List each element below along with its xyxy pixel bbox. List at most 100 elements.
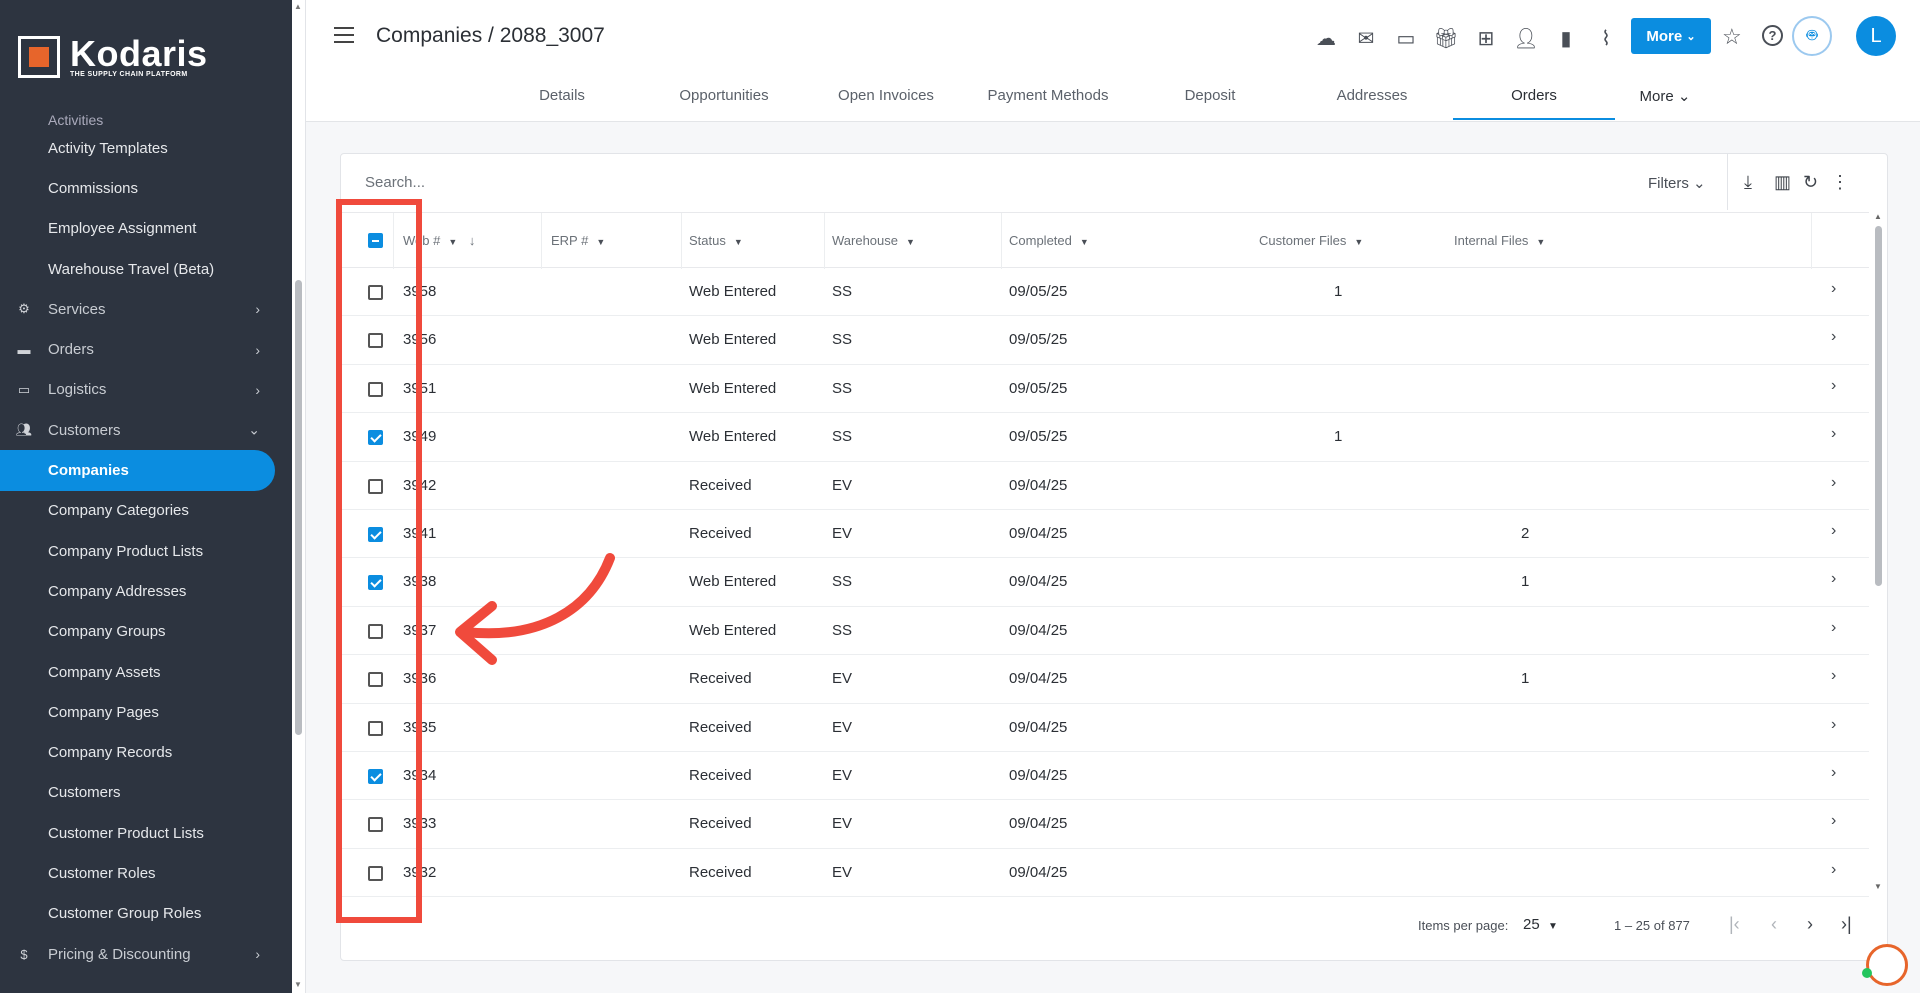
scroll-up-icon[interactable]: ▲ [294,2,302,11]
chevron-right-icon[interactable]: › [1831,280,1836,298]
sidebar-scroll-thumb[interactable] [295,280,302,735]
monitor-add-icon[interactable]: ⊞ [1466,22,1506,54]
search-input[interactable]: Search... [365,174,425,191]
tab-deposit[interactable]: Deposit [1129,78,1291,122]
column-status[interactable]: Status ▼ [689,233,743,248]
help-icon[interactable]: ? [1762,25,1783,46]
table-row[interactable]: 3942 Received EV 09/04/25 › [341,462,1869,510]
sort-desc-icon[interactable]: ↓ [469,233,476,248]
table-scrollbar[interactable]: ▲ ▼ [1873,212,1883,892]
sidebar-item-warehouse-travel-beta[interactable]: Warehouse Travel (Beta) [0,249,282,289]
sidebar-item-customer-product-lists[interactable]: Customer Product Lists [0,813,282,853]
sidebar-item-services[interactable]: ⚙ Services › [0,289,282,329]
sidebar-item-companies[interactable]: Companies [0,450,275,491]
sidebar-item-label: Companies [48,462,129,480]
sidebar-item-company-product-lists[interactable]: Company Product Lists [0,531,282,571]
paginator: Items per page: 25 ▼ 1 – 25 of 877 |‹ ‹ … [341,896,1887,960]
table-row[interactable]: 3933 Received EV 09/04/25 › [341,800,1869,849]
column-warehouse[interactable]: Warehouse ▼ [832,233,915,248]
mail-icon[interactable]: ✉ [1346,22,1386,54]
download-icon[interactable]: ⤓ [1744,172,1752,193]
chevron-right-icon[interactable]: › [1831,716,1836,734]
chevron-right-icon[interactable]: › [1831,570,1836,588]
cell-completed: 09/05/25 [1009,331,1068,349]
chevron-right-icon[interactable]: › [1831,425,1836,443]
chevron-right-icon[interactable]: › [1831,861,1836,879]
chevron-right-icon[interactable]: › [1831,522,1836,540]
table-row[interactable]: 3956 Web Entered SS 09/05/25 › [341,316,1869,365]
sidebar-item-activities[interactable]: Activities [0,112,282,128]
card-icon[interactable]: ▭ [1386,22,1426,54]
table-row[interactable]: 3932 Received EV 09/04/25 › [341,849,1869,898]
filters-dropdown[interactable]: Filters ⌄ [1648,174,1706,192]
table-row[interactable]: 3949 Web Entered SS 09/05/25 1 › [341,413,1869,462]
columns-icon[interactable]: ▥ [1774,172,1791,193]
tab-payment-methods[interactable]: Payment Methods [967,78,1129,122]
sidebar-item-orders[interactable]: ▬ Orders › [0,329,282,369]
sidebar-item-company-pages[interactable]: Company Pages [0,692,282,732]
chevron-right-icon[interactable]: › [1831,764,1836,782]
cloud-lock-icon[interactable]: ☁ [1306,22,1346,54]
sidebar-item-company-addresses[interactable]: Company Addresses [0,571,282,611]
tab-opportunities[interactable]: Opportunities [643,78,805,122]
last-page-icon[interactable]: ›| [1841,914,1852,935]
chevron-right-icon[interactable]: › [1831,474,1836,492]
gift-icon[interactable]: 🎁︎ [1426,22,1466,54]
sidebar-scrollbar[interactable]: ▲ ▼ [292,0,306,993]
column-internal-files[interactable]: Internal Files ▼ [1454,233,1545,248]
next-page-icon[interactable]: › [1807,914,1813,935]
column-erp[interactable]: ERP # ▼ [551,233,605,248]
sidebar-item-company-records[interactable]: Company Records [0,732,282,772]
person-add-icon[interactable]: 👤︎ [1506,22,1546,54]
table-scroll-thumb[interactable] [1875,226,1882,586]
sidebar-item-company-groups[interactable]: Company Groups [0,612,282,652]
chevron-right-icon[interactable]: › [1831,667,1836,685]
prev-page-icon[interactable]: ‹ [1771,914,1777,935]
first-page-icon[interactable]: |‹ [1729,914,1740,935]
sidebar-item-pricing-discounting[interactable]: $ Pricing & Discounting › [0,934,282,974]
items-per-page-select[interactable]: 25 ▼ [1523,916,1558,933]
sidebar-item-label: Activity Templates [48,139,168,157]
sidebar-item-company-assets[interactable]: Company Assets [0,652,282,692]
sidebar-item-logistics[interactable]: ▭ Logistics › [0,370,282,410]
sidebar-item-label: Orders [48,341,94,359]
kodaris-logo[interactable]: Kodaris THE SUPPLY CHAIN PLATFORM [18,35,208,78]
avatar[interactable]: L [1856,16,1896,56]
file-add-icon[interactable]: ▮ [1546,22,1586,54]
column-completed[interactable]: Completed ▼ [1009,233,1089,248]
table-row[interactable]: 3958 Web Entered SS 09/05/25 1 › [341,268,1869,317]
sidebar-item-employee-assignment[interactable]: Employee Assignment [0,209,282,249]
refresh-icon[interactable]: ↻ [1803,172,1818,193]
more-button[interactable]: More ⌄ [1631,18,1711,54]
assistant-bot-icon[interactable]: 🤖︎ [1792,16,1832,56]
sidebar-item-customer-group-roles[interactable]: Customer Group Roles [0,894,282,934]
star-icon[interactable]: ☆ [1722,24,1742,50]
paperclip-icon[interactable]: ⌇ [1586,22,1626,54]
tab-open-invoices[interactable]: Open Invoices [805,78,967,122]
more-vert-icon[interactable]: ⋮ [1831,172,1849,193]
tab-orders[interactable]: Orders [1453,78,1615,122]
tab-details[interactable]: Details [481,78,643,122]
table-row[interactable]: 3951 Web Entered SS 09/05/25 › [341,365,1869,414]
sidebar-item-customers[interactable]: 👥︎ Customers ⌄ [0,410,282,450]
cell-status: Web Entered [689,621,777,639]
toolbar-divider [1727,154,1728,210]
hamburger-menu-icon[interactable] [334,27,354,43]
chevron-right-icon[interactable]: › [1831,619,1836,637]
table-row[interactable]: 3935 Received EV 09/04/25 › [341,704,1869,752]
column-customer-files[interactable]: Customer Files ▼ [1259,233,1363,248]
chevron-right-icon[interactable]: › [1831,812,1836,830]
sidebar-item-activity-templates[interactable]: Activity Templates [0,128,282,168]
table-row[interactable]: 3934 Received EV 09/04/25 › [341,752,1869,801]
scroll-down-icon[interactable]: ▼ [294,980,302,989]
sidebar-item-commissions[interactable]: Commissions [0,168,282,208]
chevron-right-icon[interactable]: › [1831,377,1836,395]
sidebar-item-customer-roles[interactable]: Customer Roles [0,853,282,893]
chevron-right-icon[interactable]: › [1831,328,1836,346]
tab-addresses[interactable]: Addresses [1291,78,1453,122]
sidebar-item-customers[interactable]: Customers [0,773,282,813]
chat-widget-icon[interactable] [1866,944,1908,986]
sidebar-item-company-categories[interactable]: Company Categories [0,491,282,531]
page-title: Companies / 2088_3007 [376,24,605,47]
tab-more[interactable]: More ⌄ [1615,78,1715,122]
